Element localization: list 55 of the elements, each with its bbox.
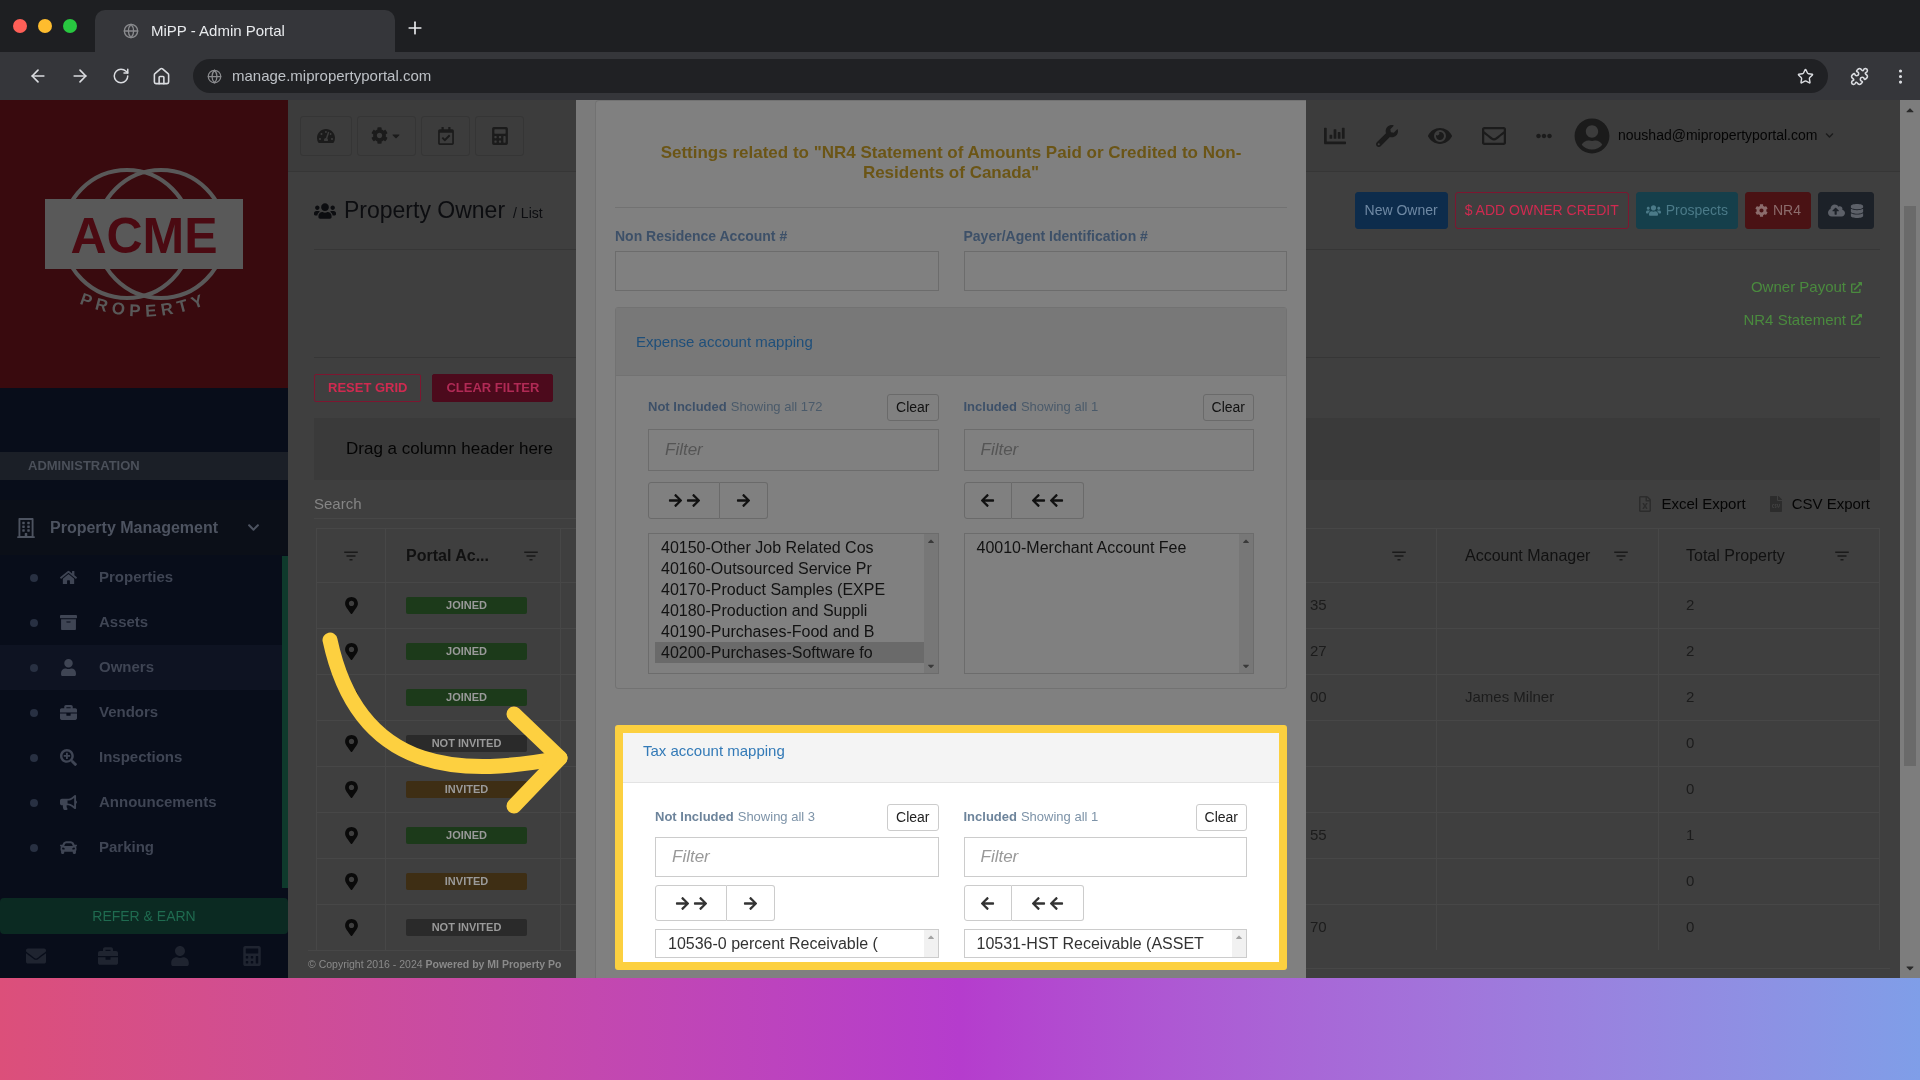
action-button[interactable]: Prospects — [1635, 192, 1738, 229]
clear-button[interactable]: Clear — [1195, 803, 1247, 831]
list-item[interactable]: 40180-Production and Suppli — [655, 600, 924, 621]
status-badge: JOINED — [406, 827, 527, 844]
user-menu[interactable]: noushad@mipropertyportal.com — [1574, 117, 1835, 154]
item-count: Showing all 3 — [737, 808, 816, 827]
list-title: Included — [963, 398, 1017, 417]
status-badge: JOINED — [406, 643, 527, 660]
status-badge: JOINED — [406, 597, 527, 614]
account-list[interactable]: 10536-0 percent Receivable ( — [655, 929, 939, 958]
item-count: Showing all 1 — [1020, 808, 1099, 827]
panel-title: Expense account mapping — [636, 333, 813, 350]
refer-earn-button[interactable]: REFER & EARN — [0, 898, 288, 934]
list-item[interactable]: 40200-Purchases-Software fo — [655, 642, 924, 663]
panel-title: Tax account mapping — [643, 742, 785, 759]
dialog-title: Settings related to "NR4 Statement of Amounts Paid or Credited to Non-Residents of Canada" — [659, 143, 1243, 183]
search-field[interactable]: Search — [314, 489, 576, 519]
list-title: Not Included — [655, 808, 734, 827]
status-badge: NOT INVITED — [406, 735, 527, 752]
browser-tab[interactable]: MiPP - Admin Portal — [95, 10, 395, 52]
account-list[interactable]: 10531-HST Receivable (ASSET — [963, 929, 1247, 958]
excel-export-button[interactable]: Excel Export — [1637, 492, 1746, 516]
account-list[interactable]: 40150-Other Job Related Cos 40160-Outsourced Service Pr 40170-Product Samples (EXPE 40180-Production and Suppli 40190-Purchases-Food and B 40200-Purchases-Software fo — [648, 533, 939, 674]
list-item[interactable]: 40010-Merchant Account Fee — [970, 537, 1239, 558]
address-bar[interactable]: manage.mipropertyportal.com — [193, 59, 1828, 93]
list-title: Included — [963, 808, 1017, 827]
grid-button[interactable]: CLEAR FILTER — [432, 374, 554, 402]
field-label: Non Residence Account # — [615, 227, 789, 243]
logo-text: ACME — [70, 208, 218, 264]
clear-button[interactable]: Clear — [887, 393, 939, 421]
list-item[interactable]: 40190-Purchases-Food and B — [655, 621, 924, 642]
csv-export-button[interactable]: CSV Export — [1767, 492, 1870, 516]
action-button[interactable]: NR4 — [1745, 192, 1811, 229]
external-link[interactable]: NR4 Statement — [1743, 308, 1862, 331]
copyright-text: © Copyright 2016 - 2024 Powered by MI Property Po — [308, 956, 562, 972]
status-badge: NOT INVITED — [406, 919, 527, 936]
action-button[interactable]: $ ADD OWNER CREDIT — [1454, 192, 1629, 229]
url-text: manage.mipropertyportal.com — [232, 65, 433, 86]
status-badge: INVITED — [406, 873, 527, 890]
list-item[interactable]: 40150-Other Job Related Cos — [655, 537, 924, 558]
status-badge: INVITED — [406, 781, 527, 798]
field-label: Payer/Agent Identification # — [963, 227, 1149, 243]
logo-subtext: PROPERTY — [77, 289, 211, 321]
clear-button[interactable]: Clear — [887, 803, 939, 831]
list-item[interactable]: 40160-Outsourced Service Pr — [655, 558, 924, 579]
account-list[interactable]: 40010-Merchant Account Fee — [963, 533, 1254, 674]
action-button[interactable]: New Owner — [1354, 192, 1448, 229]
external-link[interactable]: Owner Payout — [1750, 276, 1862, 299]
list-title: Not Included — [648, 398, 727, 417]
list-item[interactable]: 10531-HST Receivable (ASSET — [970, 933, 1232, 954]
list-item[interactable]: 10536-0 percent Receivable ( — [662, 933, 924, 954]
status-badge: JOINED — [406, 689, 527, 706]
list-item[interactable]: 40170-Product Samples (EXPE — [655, 579, 924, 600]
clear-button[interactable]: Clear — [1202, 393, 1254, 421]
grid-button[interactable]: RESET GRID — [314, 374, 422, 402]
